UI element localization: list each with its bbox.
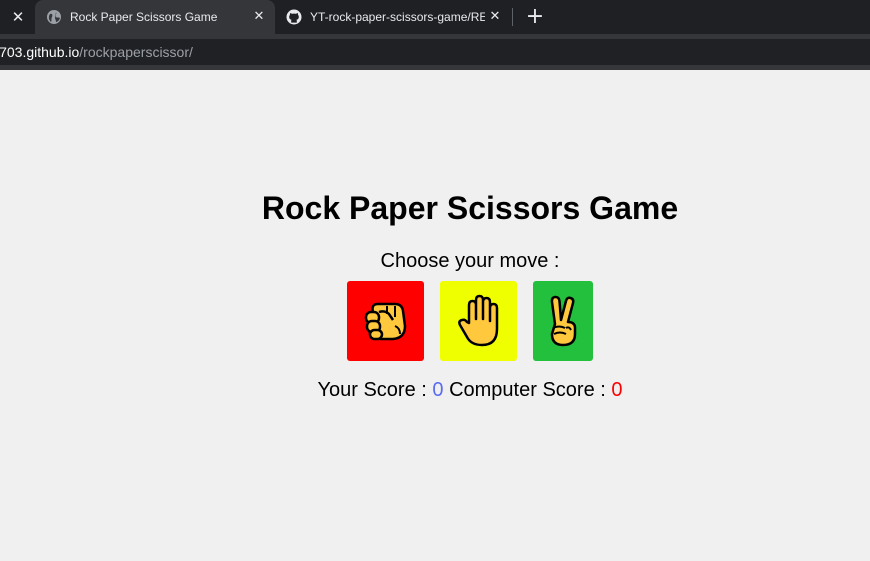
your-score-label: Your Score :	[317, 379, 427, 401]
globe-icon	[47, 10, 61, 24]
url-text: l703.github.io/rockpaperscissor/	[0, 39, 193, 65]
tab-title: Rock Paper Scissors Game	[70, 10, 218, 24]
url-path: /rockpaperscissor/	[79, 44, 193, 60]
url-host: l703.github.io	[0, 44, 80, 60]
browser-tab-strip: ✕ Rock Paper Scissors Game ✕ YT-rock-pap…	[0, 0, 870, 34]
new-tab-button[interactable]: +	[522, 4, 548, 30]
scissors-button[interactable]	[533, 281, 593, 361]
tab-github-readme[interactable]: YT-rock-paper-scissors-game/RE ✕	[275, 0, 511, 34]
tab-divider	[512, 8, 513, 26]
tab-title: YT-rock-paper-scissors-game/RE	[310, 10, 485, 24]
tab-close-button[interactable]: ✕	[485, 7, 505, 27]
choose-move-prompt: Choose your move :	[380, 250, 560, 272]
rock-button[interactable]	[347, 281, 424, 361]
tab-close-button[interactable]: ✕	[6, 6, 30, 28]
score-line: Your Score : 0 Computer Score : 0	[0, 379, 870, 402]
github-icon	[286, 9, 302, 25]
page-content: Rock Paper Scissors Game Choose your mov…	[0, 70, 870, 561]
raised-hand-icon	[457, 294, 498, 347]
paper-button[interactable]	[440, 281, 517, 361]
computer-score-value: 0	[611, 379, 623, 401]
your-score-value: 0	[432, 379, 444, 401]
computer-score-label: Computer Score :	[449, 379, 606, 401]
page-title: Rock Paper Scissors Game	[261, 190, 679, 226]
victory-hand-icon	[550, 295, 577, 347]
address-bar[interactable]: l703.github.io/rockpaperscissor/	[0, 39, 870, 65]
tab-rock-paper-scissors[interactable]: Rock Paper Scissors Game ✕	[35, 0, 275, 34]
tab-close-button[interactable]: ✕	[249, 7, 269, 27]
browser-toolbar: l703.github.io/rockpaperscissor/	[0, 34, 870, 70]
fist-icon	[364, 302, 406, 341]
